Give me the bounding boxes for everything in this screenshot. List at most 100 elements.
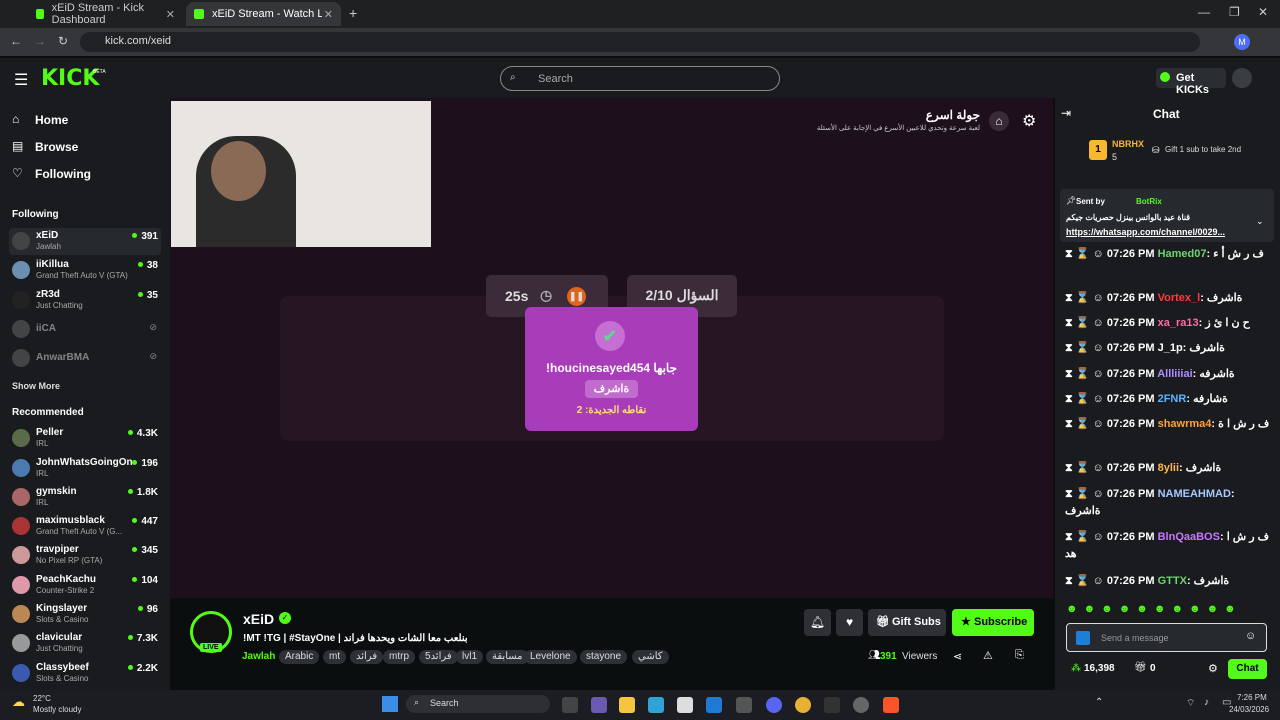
discord-icon[interactable]: [766, 697, 782, 713]
clock-date[interactable]: 24/03/2026: [1229, 705, 1269, 714]
tag[interactable]: فرائد: [350, 650, 384, 664]
emoji-icon[interactable]: ☺: [1245, 630, 1256, 642]
bell-icon[interactable]: 🔔︎: [804, 609, 831, 636]
close-icon[interactable]: ✕: [324, 8, 333, 21]
send-chat-button[interactable]: Chat: [1228, 659, 1267, 679]
tag[interactable]: stayone: [580, 650, 628, 664]
recommended-channel-item[interactable]: travpiper No Pixel RP (GTA) 345: [9, 542, 161, 569]
chevron-down-icon[interactable]: ⌄: [1256, 216, 1264, 227]
followed-channel-item-offline[interactable]: iiCA ⊘: [9, 316, 161, 343]
show-more-link[interactable]: Show More: [12, 381, 60, 391]
message-user[interactable]: NAMEAHMAD: [1158, 488, 1231, 500]
recommended-channel-item[interactable]: JohnWhatsGoingOn IRL 196: [9, 455, 161, 482]
leader-name[interactable]: NBRHX: [1112, 139, 1144, 149]
message-user[interactable]: xa_ra13: [1158, 317, 1199, 329]
tag[interactable]: كاشي: [632, 650, 669, 664]
minimize-icon[interactable]: —: [1198, 5, 1210, 19]
share-icon[interactable]: ⋖: [953, 650, 962, 663]
menu-icon[interactable]: ☰: [14, 70, 28, 90]
file-explorer-icon[interactable]: [619, 697, 635, 713]
kick-logo[interactable]: KICK: [41, 66, 99, 91]
task-view-icon[interactable]: [562, 697, 578, 713]
subscribe-button[interactable]: ★ Subscribe: [952, 609, 1034, 636]
channel-points[interactable]: 16,398: [1084, 663, 1115, 674]
recommended-channel-item[interactable]: gymskin IRL 1.8K: [9, 484, 161, 511]
pinned-link[interactable]: https://whatsapp.com/channel/0029...: [1066, 227, 1225, 237]
collapse-chat-icon[interactable]: ⇥: [1061, 106, 1071, 120]
game-home-icon[interactable]: ⌂: [989, 111, 1009, 131]
recommended-channel-item[interactable]: maximusblack Grand Theft Auto V (G... 447: [9, 513, 161, 540]
maximize-icon[interactable]: ❐: [1229, 5, 1240, 19]
followed-channel-item[interactable]: zR3d Just Chatting 35: [9, 287, 161, 314]
tag[interactable]: مسابقة: [486, 650, 529, 664]
message-user[interactable]: GTTX: [1158, 575, 1187, 587]
tag[interactable]: mtrp: [383, 650, 415, 664]
store-icon[interactable]: [677, 697, 693, 713]
followed-channel-item[interactable]: xEiD Jawlah 391: [9, 228, 161, 255]
back-icon[interactable]: ←: [10, 34, 22, 48]
message-user[interactable]: BlnQaaBOS: [1158, 531, 1220, 543]
window-close-icon[interactable]: ✕: [1258, 5, 1268, 19]
tag[interactable]: Levelone: [524, 650, 577, 664]
tag[interactable]: mt: [323, 650, 347, 664]
pinned-author[interactable]: BotRix: [1136, 197, 1162, 206]
chrome-icon[interactable]: [795, 697, 811, 713]
tag[interactable]: Arabic: [279, 650, 320, 664]
settings-gear-icon[interactable]: ⚙: [1022, 111, 1036, 131]
app-icon[interactable]: [853, 697, 869, 713]
emote-bar[interactable]: ☻☻☻☻☻☻☻☻☻☻: [1066, 603, 1270, 618]
recommended-channel-item[interactable]: Peller IRL 4.3K: [9, 425, 161, 452]
browser-tab-active[interactable]: xEiD Stream - Watch Live o✕: [186, 2, 341, 26]
profile-avatar[interactable]: M: [1234, 34, 1250, 50]
chat-input[interactable]: Send a message ☺: [1066, 623, 1267, 652]
message-user[interactable]: 2FNR: [1158, 393, 1187, 405]
wifi-icon[interactable]: ⌔: [1186, 697, 1195, 710]
close-icon[interactable]: ✕: [166, 8, 175, 21]
chat-settings-icon[interactable]: ⚙: [1208, 662, 1218, 675]
sidebar-browse[interactable]: Browse: [35, 140, 78, 154]
category-link[interactable]: Jawlah: [242, 651, 275, 662]
followed-channel-item[interactable]: iiKillua Grand Theft Auto V (GTA) 38: [9, 257, 161, 284]
gift-prompt[interactable]: Gift 1 sub to take 2nd: [1165, 145, 1241, 154]
new-tab-icon[interactable]: +: [349, 5, 357, 21]
tray-chevron-icon[interactable]: ⌃: [1095, 697, 1103, 708]
user-avatar[interactable]: [1232, 68, 1252, 88]
report-icon[interactable]: ⚠: [983, 649, 993, 662]
recommended-channel-item[interactable]: PeachKachu Counter-Strike 2 104: [9, 572, 161, 599]
message-user[interactable]: Allliiiai: [1157, 368, 1192, 380]
message-user[interactable]: Vortex_l: [1158, 292, 1201, 304]
forward-icon[interactable]: →: [34, 34, 46, 48]
edge-icon[interactable]: [648, 697, 664, 713]
follow-heart-icon[interactable]: ♥: [836, 609, 863, 636]
reload-icon[interactable]: ↻: [58, 34, 68, 48]
sidebar-home[interactable]: Home: [35, 113, 68, 127]
recommended-channel-item[interactable]: Classybeef Slots & Casino 2.2K: [9, 660, 161, 687]
chat-message: ⧗ ⌛ ☺ 07:26 PM GTTX: ةاشرف: [1065, 575, 1230, 587]
message-user[interactable]: Hamed07: [1158, 248, 1207, 260]
app-icon[interactable]: [591, 697, 607, 713]
mail-icon[interactable]: [706, 697, 722, 713]
message-user[interactable]: J_1p: [1158, 342, 1183, 354]
gift-subs-button[interactable]: 🎁︎ Gift Subs: [868, 609, 946, 636]
clip-icon[interactable]: ⎘: [1015, 649, 1024, 662]
url-field[interactable]: kick.com/xeid: [80, 32, 1200, 52]
tag[interactable]: lvl1: [456, 650, 484, 664]
followed-channel-item-offline[interactable]: AnwarBMA ⊘: [9, 345, 161, 372]
sidebar-following[interactable]: Following: [35, 167, 91, 181]
pause-icon[interactable]: ❚❚: [567, 287, 586, 306]
taskbar-search[interactable]: Search: [406, 695, 550, 713]
streamer-name[interactable]: xEiD: [243, 611, 274, 627]
volume-icon[interactable]: ♪: [1204, 697, 1209, 708]
message-user[interactable]: shawrma4: [1158, 418, 1212, 430]
kick-app-icon[interactable]: [824, 697, 840, 713]
windows-start-icon[interactable]: [382, 696, 398, 712]
brave-icon[interactable]: [883, 697, 899, 713]
recommended-channel-item[interactable]: clavicular Just Chatting 7.3K: [9, 630, 161, 657]
browser-tab[interactable]: xEiD Stream - Kick Dashboard ✕: [28, 2, 183, 26]
tag[interactable]: فرائد5: [419, 650, 458, 664]
search-input[interactable]: Search: [500, 66, 780, 91]
app-icon[interactable]: [736, 697, 752, 713]
message-user[interactable]: 8ylii: [1158, 462, 1179, 474]
recommended-channel-item[interactable]: Kingslayer Slots & Casino 96: [9, 601, 161, 628]
clock-time[interactable]: 7:26 PM: [1237, 693, 1267, 702]
